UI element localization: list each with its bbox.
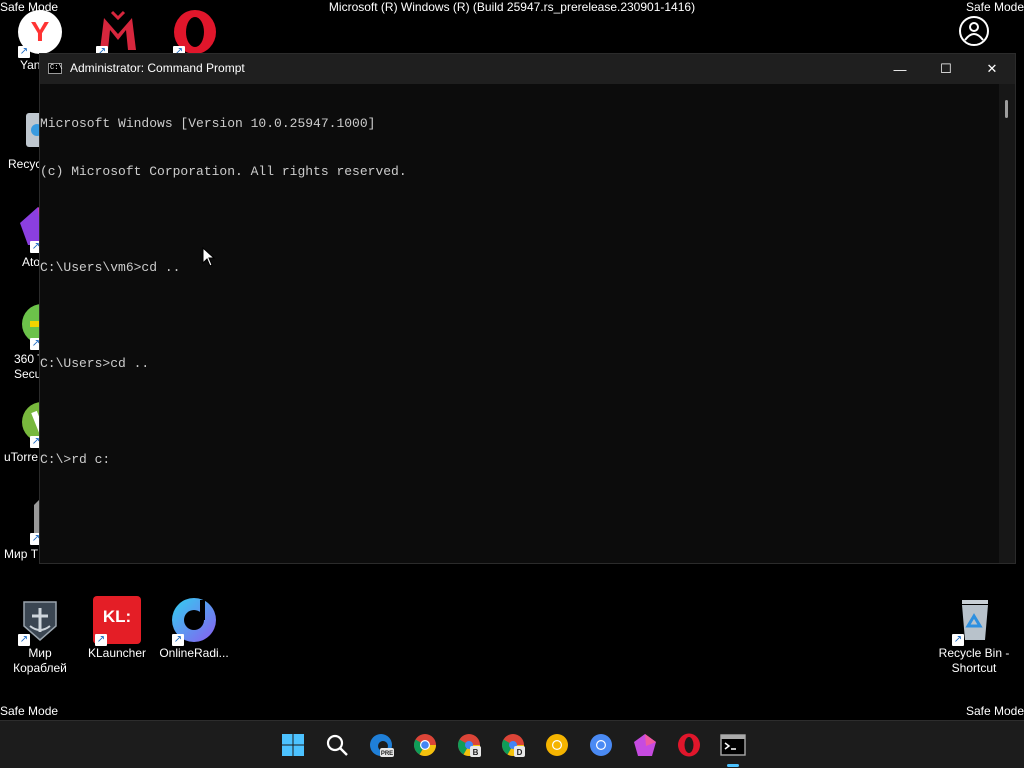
taskbar-chromium[interactable]	[587, 731, 615, 759]
taskbar-opera[interactable]	[675, 731, 703, 759]
desktop-icon-label: Мир Т	[4, 547, 39, 561]
user-account-icon[interactable]	[957, 14, 991, 48]
start-button[interactable]	[279, 731, 307, 759]
console-line: C:\Users>cd ..	[40, 356, 150, 371]
shortcut-arrow-icon: ↗	[952, 634, 964, 646]
pink-browser-icon	[634, 734, 656, 756]
taskbar-chrome-canary[interactable]	[543, 731, 571, 759]
dev-badge: D	[517, 748, 523, 757]
svg-text:Y: Y	[31, 16, 50, 47]
desktop-icon-yandex[interactable]: Y ↗ Yan	[0, 8, 80, 72]
chrome-icon	[414, 734, 436, 756]
taskbar-chrome-dev[interactable]: D	[499, 731, 527, 759]
command-prompt-window[interactable]: C:\ Administrator: Command Prompt — ☐ ✕ …	[39, 53, 1016, 564]
chrome-dev-icon: D	[502, 734, 525, 757]
taskbar-command-prompt[interactable]	[719, 731, 747, 767]
desktop-icon-label: KLauncher	[87, 646, 147, 660]
desktop-icon-opera[interactable]: ↗	[155, 8, 235, 58]
console-input-line[interactable]: C:\>rd c:	[40, 452, 999, 468]
desktop-icon-recycle-bin-shortcut[interactable]: ↗ Recycle Bin - Shortcut	[934, 596, 1014, 676]
desktop-icon-world-of-warships[interactable]: ↗ Мир Кораблей	[0, 596, 80, 676]
cmd-icon: C:\	[48, 63, 63, 74]
window-titlebar[interactable]: C:\ Administrator: Command Prompt — ☐ ✕	[40, 54, 1015, 84]
active-indicator	[727, 764, 739, 767]
taskbar-chrome[interactable]	[411, 731, 439, 759]
minimize-button[interactable]: —	[877, 54, 923, 84]
desktop-icon-label: Мир Кораблей	[13, 646, 67, 675]
command-prompt-icon	[720, 734, 746, 756]
chromium-icon	[590, 734, 612, 756]
safe-mode-label-bottom-right: Safe Mode	[965, 704, 1024, 718]
desktop-icon-label: Recyc	[8, 157, 42, 171]
desktop-icon-label: Recycle Bin - Shortcut	[938, 646, 1010, 675]
console-line: (c) Microsoft Corporation. All rights re…	[40, 164, 407, 179]
beta-badge: B	[473, 748, 479, 757]
desktop-icon-label: Yan	[20, 58, 41, 72]
maximize-button[interactable]: ☐	[923, 54, 969, 84]
chrome-beta-icon: B	[458, 734, 481, 757]
shortcut-arrow-icon: ↗	[172, 634, 184, 646]
close-button[interactable]: ✕	[969, 54, 1015, 84]
taskbar: PRE B D	[0, 720, 1024, 768]
edge-badge: PRE	[381, 751, 393, 757]
mouse-cursor-icon	[202, 247, 216, 267]
console-line: Microsoft Windows [Version 10.0.25947.10…	[40, 116, 376, 131]
window-title: Administrator: Command Prompt	[70, 61, 245, 75]
edge-icon: PRE	[370, 734, 394, 757]
vertical-scrollbar[interactable]	[999, 84, 1015, 563]
windows-start-icon	[282, 734, 304, 756]
desktop-icon-mail-ru[interactable]: ↗	[78, 8, 158, 58]
search-button[interactable]	[323, 731, 351, 759]
search-icon	[326, 734, 348, 756]
shortcut-arrow-icon: ↗	[18, 46, 30, 58]
desktop-icon-onlineradio[interactable]: ↗ OnlineRadi...	[154, 596, 234, 661]
desktop-icon-label: Ato	[22, 255, 41, 269]
opera-icon	[678, 733, 700, 757]
chrome-canary-icon	[546, 734, 568, 756]
scrollbar-thumb[interactable]	[1005, 100, 1008, 118]
taskbar-edge-beta[interactable]: PRE	[367, 731, 395, 759]
klauncher-badge: KL:	[102, 607, 132, 626]
safe-mode-label-bottom-left: Safe Mode	[0, 704, 59, 718]
console-line: C:\Users\vm6>cd ..	[40, 260, 181, 275]
shortcut-arrow-icon: ↗	[18, 634, 30, 646]
taskbar-pink-browser[interactable]	[631, 731, 659, 759]
taskbar-chrome-beta[interactable]: B	[455, 731, 483, 759]
console-output[interactable]: Microsoft Windows [Version 10.0.25947.10…	[40, 84, 999, 563]
desktop-icon-label: uTorre	[4, 450, 39, 464]
shortcut-arrow-icon: ↗	[95, 634, 107, 646]
desktop-icon-label: OnlineRadi...	[159, 646, 229, 660]
desktop-icon-klauncher[interactable]: KL: ↗ KLauncher	[77, 596, 157, 661]
